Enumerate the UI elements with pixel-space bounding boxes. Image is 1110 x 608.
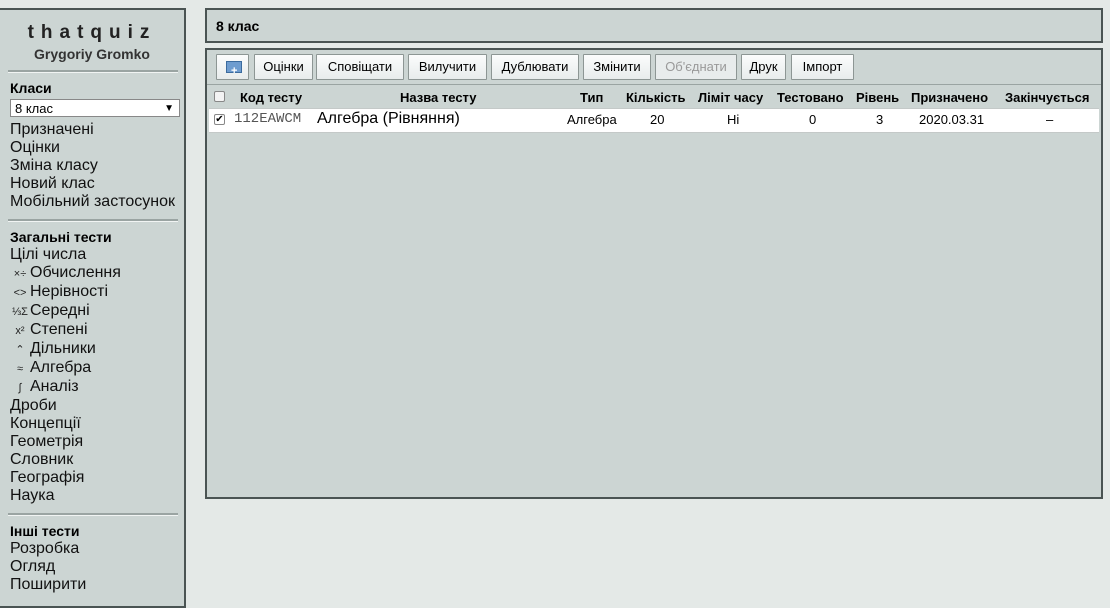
sidebar-item-integers[interactable]: Цілі числа (0, 246, 184, 264)
row-checkbox[interactable]: ✔ (214, 114, 225, 125)
sidebar-item-assigned[interactable]: Призначені (0, 121, 184, 139)
divider (8, 70, 178, 73)
divider (8, 513, 178, 516)
integral-icon: ∫ (18, 382, 22, 394)
sidebar-item-change-class[interactable]: Зміна класу (0, 157, 184, 175)
test-level: 3 (876, 112, 884, 127)
sidebar-item-science[interactable]: Наука (0, 487, 184, 505)
average-icon: ⅓Σ (12, 306, 28, 318)
sidebar-item-label: Цілі числа (10, 246, 87, 263)
sidebar-item-label: Алгебра (30, 359, 92, 376)
sidebar-item-averages[interactable]: ⅓Σ Середні (0, 302, 184, 321)
arithmetic-icon: ×÷ (13, 268, 27, 280)
column-header-name[interactable]: Назва тесту (400, 90, 476, 105)
sidebar-item-label: Обчислення (30, 264, 121, 281)
test-time-limit: Ні (727, 112, 740, 127)
sidebar-item-label: Степені (30, 321, 88, 338)
sidebar-item-new-class[interactable]: Новий клас (0, 175, 184, 193)
sidebar-item-label: Словник (10, 451, 74, 468)
duplicate-button[interactable]: Дублювати (491, 54, 579, 80)
test-code[interactable]: 112EAWCM (234, 111, 301, 127)
test-type: Алгебра (567, 112, 617, 127)
test-ends: – (1046, 112, 1054, 127)
column-header-ends[interactable]: Закінчується (1005, 90, 1089, 105)
print-button[interactable]: Друк (741, 54, 786, 80)
sidebar-item-concepts[interactable]: Концепції (0, 415, 184, 433)
table-row[interactable]: ✔ 112EAWCM Алгебра (Рівняння) Алгебра 20… (209, 108, 1099, 133)
import-button[interactable]: Імпорт (791, 54, 854, 80)
general-tests-heading: Загальні тести (10, 229, 112, 245)
sidebar-item-vocabulary[interactable]: Словник (0, 451, 184, 469)
sidebar-item-development[interactable]: Розробка (0, 540, 184, 558)
sidebar-item-mobile-app[interactable]: Мобільний застосунок (0, 193, 184, 211)
divider (207, 84, 1101, 85)
sidebar-item-factors[interactable]: ⌃ Дільники (0, 340, 184, 359)
class-select[interactable]: 8 клас ▼ (10, 99, 180, 117)
sidebar-item-geometry[interactable]: Геометрія (0, 433, 184, 451)
column-header-type[interactable]: Тип (580, 90, 603, 105)
sidebar-item-inequalities[interactable]: <> Нерівності (0, 283, 184, 302)
sidebar: thatquiz Grygoriy Gromko Класи 8 клас ▼ … (0, 8, 186, 608)
other-tests-heading: Інші тести (10, 523, 80, 539)
sidebar-item-label: Наука (10, 487, 55, 504)
factor-tree-icon: ⌃ (15, 344, 25, 356)
column-header-time-limit[interactable]: Ліміт часу (698, 90, 763, 105)
merge-button[interactable]: Об'єднати (655, 54, 737, 80)
sidebar-item-calculations[interactable]: ×÷ Обчислення (0, 264, 184, 283)
column-header-count[interactable]: Кількість (626, 90, 686, 105)
sidebar-item-label: Дроби (10, 397, 57, 414)
user-name[interactable]: Grygoriy Gromko (0, 46, 184, 62)
sidebar-item-geography[interactable]: Географія (0, 469, 184, 487)
test-count: 20 (650, 112, 665, 127)
select-all-checkbox[interactable] (214, 91, 225, 102)
grades-button[interactable]: Оцінки (254, 54, 313, 80)
remove-button[interactable]: Вилучити (408, 54, 487, 80)
test-tested: 0 (809, 112, 817, 127)
sidebar-item-label: Концепції (10, 415, 81, 432)
sidebar-item-grades[interactable]: Оцінки (0, 139, 184, 157)
sidebar-item-label: Нерівності (30, 283, 109, 300)
sidebar-item-fractions[interactable]: Дроби (0, 397, 184, 415)
column-header-level[interactable]: Рівень (856, 90, 899, 105)
change-button[interactable]: Змінити (583, 54, 651, 80)
inequality-icon: <> (13, 287, 27, 299)
column-header-assigned[interactable]: Призначено (911, 90, 988, 105)
dropdown-arrow-icon: ▼ (164, 103, 174, 114)
divider (8, 219, 178, 222)
sidebar-item-label: Геометрія (10, 433, 84, 450)
sidebar-item-label: Аналіз (30, 378, 79, 395)
sidebar-item-algebra[interactable]: ≈ Алгебра (0, 359, 184, 378)
sidebar-item-powers[interactable]: x² Степені (0, 321, 184, 340)
class-header: 8 клас (205, 8, 1103, 43)
classes-heading: Класи (10, 80, 52, 96)
algebra-icon: ≈ (16, 363, 24, 375)
notify-button[interactable]: Сповіщати (316, 54, 404, 80)
sidebar-item-label: Дільники (30, 340, 96, 357)
class-select-value: 8 клас (15, 101, 53, 116)
folder-add-icon (226, 59, 242, 83)
test-name[interactable]: Алгебра (Рівняння) (317, 110, 460, 128)
page-title: 8 клас (216, 18, 260, 34)
new-folder-button[interactable] (216, 54, 249, 83)
sidebar-item-overview[interactable]: Огляд (0, 558, 184, 576)
sidebar-item-label: Географія (10, 469, 85, 486)
sidebar-item-analysis[interactable]: ∫ Аналіз (0, 378, 184, 397)
column-header-tested[interactable]: Тестовано (777, 90, 844, 105)
sidebar-item-label: Середні (30, 302, 90, 319)
brand-title[interactable]: thatquiz (0, 22, 184, 44)
power-icon: x² (15, 325, 25, 337)
column-header-code[interactable]: Код тесту (240, 90, 302, 105)
tests-panel: Оцінки Сповіщати Вилучити Дублювати Змін… (205, 48, 1103, 499)
sidebar-item-share[interactable]: Поширити (0, 576, 184, 594)
test-assigned: 2020.03.31 (919, 112, 985, 127)
